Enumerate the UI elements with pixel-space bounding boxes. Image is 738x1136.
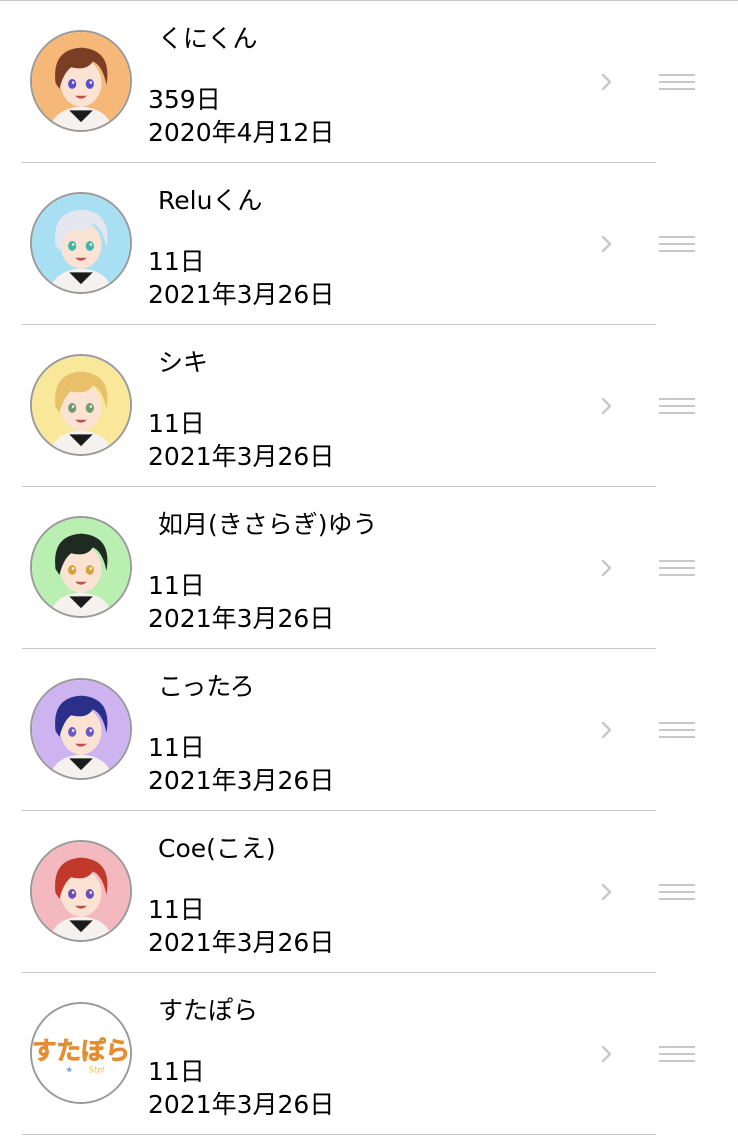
avatar — [30, 192, 132, 294]
list-item[interactable]: すたぽら Stpl ★ すたぽら 11日 2021年3月26日 — [0, 973, 738, 1135]
avatar — [30, 840, 132, 942]
start-date: 2020年4月12日 — [148, 118, 335, 147]
chevron-right-icon — [601, 73, 612, 91]
avatar-logo: すたぽら Stpl ★ — [30, 1002, 132, 1104]
avatar — [30, 354, 132, 456]
member-name: こったろ — [158, 672, 255, 701]
chevron-right-icon — [601, 397, 612, 415]
chevron-right-icon — [601, 559, 612, 577]
member-name: 如月(きさらぎ)ゆう — [158, 510, 378, 539]
list-item[interactable]: Reluくん 11日 2021年3月26日 — [0, 163, 738, 325]
svg-text:すたぽら: すたぽら — [32, 1036, 130, 1065]
reorder-handle-icon[interactable] — [659, 1044, 695, 1064]
member-list: くにくん 359日 2020年4月12日 Reluくん 11日 2021年3月2… — [0, 1, 738, 1135]
list-item[interactable]: シキ 11日 2021年3月26日 — [0, 325, 738, 487]
reorder-handle-icon[interactable] — [659, 72, 695, 92]
start-date: 2021年3月26日 — [148, 766, 335, 795]
reorder-handle-icon[interactable] — [659, 720, 695, 740]
list-item[interactable]: Coe(こえ) 11日 2021年3月26日 — [0, 811, 738, 973]
days-count: 11日 — [148, 895, 205, 924]
list-item[interactable]: こったろ 11日 2021年3月26日 — [0, 649, 738, 811]
member-name: Coe(こえ) — [158, 834, 276, 863]
chevron-right-icon — [601, 721, 612, 739]
member-name: Reluくん — [158, 186, 263, 215]
list-item[interactable]: くにくん 359日 2020年4月12日 — [0, 1, 738, 163]
chevron-right-icon — [601, 235, 612, 253]
avatar — [30, 678, 132, 780]
days-count: 11日 — [148, 409, 205, 438]
member-name: くにくん — [158, 24, 258, 53]
chevron-right-icon — [601, 1045, 612, 1063]
chevron-right-icon — [601, 883, 612, 901]
reorder-handle-icon[interactable] — [659, 396, 695, 416]
reorder-handle-icon[interactable] — [659, 234, 695, 254]
member-name: すたぽら — [158, 996, 259, 1025]
avatar — [30, 516, 132, 618]
member-name: シキ — [158, 348, 209, 377]
days-count: 11日 — [148, 247, 205, 276]
list-item[interactable]: 如月(きさらぎ)ゆう 11日 2021年3月26日 — [0, 487, 738, 649]
start-date: 2021年3月26日 — [148, 928, 335, 957]
avatar — [30, 30, 132, 132]
reorder-handle-icon[interactable] — [659, 882, 695, 902]
start-date: 2021年3月26日 — [148, 1090, 335, 1119]
start-date: 2021年3月26日 — [148, 280, 335, 309]
reorder-handle-icon[interactable] — [659, 558, 695, 578]
start-date: 2021年3月26日 — [148, 442, 335, 471]
days-count: 359日 — [148, 85, 221, 114]
days-count: 11日 — [148, 571, 205, 600]
days-count: 11日 — [148, 733, 205, 762]
svg-text:★: ★ — [65, 1066, 73, 1076]
start-date: 2021年3月26日 — [148, 604, 335, 633]
row-separator — [22, 1134, 656, 1135]
days-count: 11日 — [148, 1057, 205, 1086]
svg-text:Stpl: Stpl — [89, 1066, 105, 1075]
